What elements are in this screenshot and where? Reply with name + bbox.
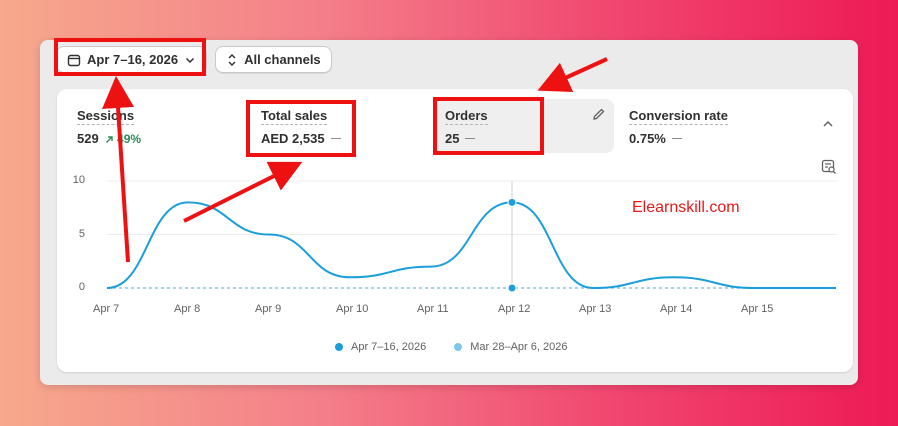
conversion-value: 0.75%	[629, 131, 666, 146]
x-tick-label: Apr 12	[498, 303, 531, 315]
legend-current-label: Apr 7–16, 2026	[351, 341, 427, 353]
watermark-text: Elearnskill.com	[632, 199, 740, 216]
x-tick-label: Apr 7	[93, 303, 120, 315]
highlight-box-sales	[246, 100, 356, 157]
sessions-trend: 49%	[105, 132, 141, 146]
channels-button[interactable]: All channels	[215, 46, 332, 73]
x-tick-label: Apr 14	[660, 303, 693, 315]
x-tick-label: Apr 10	[336, 303, 369, 315]
sessions-value: 529	[77, 131, 99, 146]
y-tick-label: 10	[72, 174, 85, 186]
hover-point-previous[interactable]	[507, 283, 517, 293]
highlight-box-orders	[433, 97, 544, 155]
x-tick-label: Apr 9	[255, 303, 282, 315]
legend: Apr 7–16, 2026 Mar 28–Apr 6, 2026	[335, 341, 567, 353]
y-tick-label: 0	[78, 281, 85, 293]
channels-label: All channels	[244, 52, 321, 67]
legend-dot-current	[335, 343, 343, 351]
trend-up-icon	[105, 136, 113, 143]
x-tick-label: Apr 15	[741, 303, 774, 315]
no-change-dash	[671, 137, 682, 140]
metric-sessions[interactable]: Sessions 529 49%	[65, 99, 235, 153]
y-tick-label: 5	[78, 227, 85, 240]
x-tick-label: Apr 11	[417, 303, 449, 315]
legend-dot-previous	[454, 343, 463, 351]
sessions-trend-value: 49%	[117, 131, 142, 146]
sort-arrows-icon	[228, 53, 236, 66]
metric-conversion-rate[interactable]: Conversion rate 0.75%	[617, 99, 787, 153]
legend-previous-label: Mar 28–Apr 6, 2026	[470, 341, 568, 353]
x-tick-label: Apr 8	[174, 303, 201, 315]
hover-point-current[interactable]	[507, 197, 517, 207]
highlight-box-date	[54, 38, 206, 76]
sessions-label: Sessions	[77, 108, 135, 125]
x-tick-label: Apr 13	[579, 303, 612, 315]
chart-search-icon[interactable]	[821, 159, 837, 175]
edit-pencil-icon[interactable]	[592, 107, 606, 121]
conversion-label: Conversion rate	[629, 108, 728, 125]
chevron-up-icon[interactable]	[821, 117, 835, 131]
